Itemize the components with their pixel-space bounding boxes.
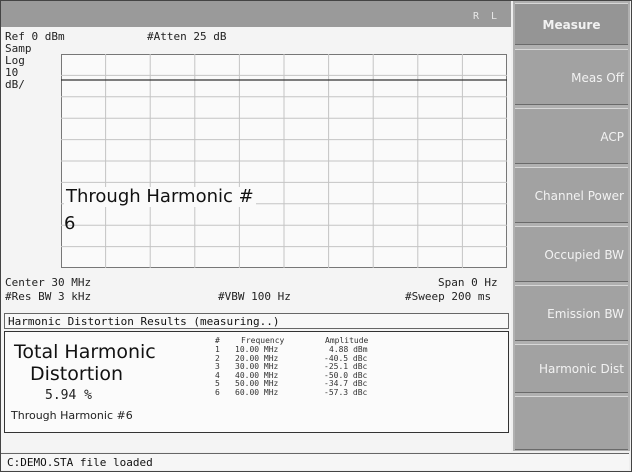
through-harmonic-label: Through Harmonic #6 <box>11 409 133 422</box>
overlay-harmonic-number: 6 <box>64 213 76 234</box>
harmonic-row-6-freq: 60.00 MHz <box>235 387 279 397</box>
emission-bw-button[interactable]: Emission BW <box>515 285 628 341</box>
center-frequency: Center 30 MHz <box>5 276 92 289</box>
results-header: Harmonic Distortion Results (measuring..… <box>4 313 509 329</box>
rl-indicator: R L <box>473 11 501 22</box>
harmonic-row-6-amp: -57.3 dBc <box>324 387 368 397</box>
overlay-through-harmonic: Through Harmonic # <box>64 186 256 207</box>
span-label: Span 0 Hz <box>438 276 498 289</box>
thd-title-2: Distortion <box>30 363 124 385</box>
sweep-label: #Sweep 200 ms <box>405 290 492 303</box>
title-bar: R L <box>1 1 511 27</box>
vbw-label: #VBW 100 Hz <box>218 290 291 303</box>
softkey-panel: Measure Meas Off ACP Channel Power Occup… <box>513 1 630 451</box>
blank-softkey[interactable] <box>515 396 628 450</box>
harmonic-dist-button[interactable]: Harmonic Dist <box>515 344 628 393</box>
channel-power-button[interactable]: Channel Power <box>515 167 628 223</box>
status-bar: C:DEMO.STA file loaded <box>1 453 629 470</box>
graticule <box>61 54 507 268</box>
scale-unit: dB/ <box>5 78 25 91</box>
results-panel: Total Harmonic Distortion 5.94 % Through… <box>4 331 509 433</box>
thd-value: 5.94 % <box>45 388 92 403</box>
meas-off-button[interactable]: Meas Off <box>515 49 628 105</box>
atten-label: #Atten 25 dB <box>147 30 227 43</box>
thd-title: Total Harmonic <box>14 341 156 363</box>
occupied-bw-button[interactable]: Occupied BW <box>515 226 628 282</box>
acp-button[interactable]: ACP <box>515 108 628 164</box>
softkey-menu-title: Measure <box>515 3 628 45</box>
harmonic-row-6-num: 6 <box>215 387 220 397</box>
rbw-label: #Res BW 3 kHz <box>5 290 92 303</box>
